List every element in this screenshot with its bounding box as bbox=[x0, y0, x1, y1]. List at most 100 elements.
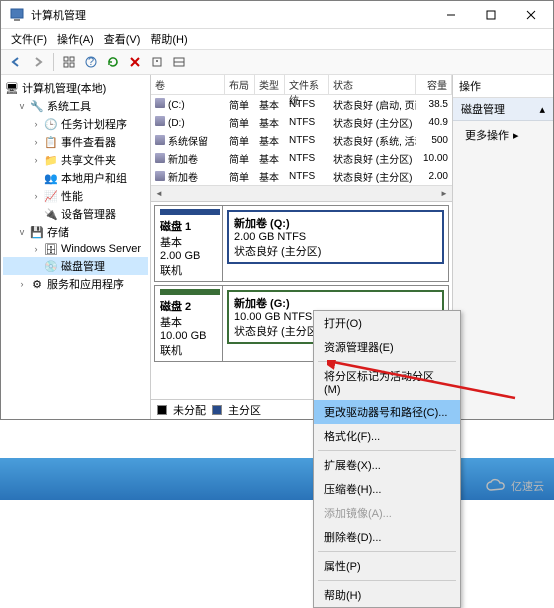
context-item[interactable]: 帮助(H) bbox=[314, 583, 460, 607]
navigation-tree[interactable]: 🖥计算机管理(本地) v🔧系统工具 ›🕒任务计划程序 ›📋事件查看器 ›📁共享文… bbox=[1, 75, 151, 419]
disk-color-swatch bbox=[160, 209, 220, 215]
properties-button[interactable] bbox=[148, 53, 166, 71]
tree-system-tools[interactable]: v🔧系统工具 bbox=[3, 97, 148, 115]
volume-row[interactable]: (C:)简单基本NTFS状态良好 (启动, 页面文件, 故障转储, 主分区)38… bbox=[151, 95, 452, 113]
event-icon: 📋 bbox=[44, 135, 58, 149]
context-item: 添加镜像(A)... bbox=[314, 501, 460, 525]
expand-icon[interactable]: › bbox=[17, 279, 27, 289]
volume-row[interactable]: 新加卷简单基本NTFS状态良好 (主分区)10.00 bbox=[151, 149, 452, 167]
tree-task-scheduler[interactable]: ›🕒任务计划程序 bbox=[3, 115, 148, 133]
context-item[interactable]: 打开(O) bbox=[314, 311, 460, 335]
col-status[interactable]: 状态 bbox=[329, 75, 416, 94]
cloud-icon bbox=[485, 478, 507, 494]
disk-icon: 💿 bbox=[44, 259, 58, 273]
volume-row[interactable]: (D:)简单基本NTFS状态良好 (主分区)40.9 bbox=[151, 113, 452, 131]
titlebar[interactable]: 计算机管理 bbox=[1, 1, 553, 29]
disk-1-info[interactable]: 磁盘 1 基本 2.00 GB 联机 bbox=[155, 206, 223, 281]
volume-row[interactable]: 新加卷简单基本NTFS状态良好 (主分区)2.00 bbox=[151, 167, 452, 185]
storage-icon: 💾 bbox=[30, 225, 44, 239]
back-button[interactable] bbox=[7, 53, 25, 71]
context-item[interactable]: 删除卷(D)... bbox=[314, 525, 460, 549]
expand-icon[interactable]: › bbox=[31, 119, 41, 129]
computer-icon: 🖥 bbox=[5, 81, 19, 95]
tree-performance[interactable]: ›📈性能 bbox=[3, 187, 148, 205]
device-icon: 🔌 bbox=[44, 207, 58, 221]
menu-view[interactable]: 查看(V) bbox=[100, 30, 145, 48]
layout-button[interactable] bbox=[170, 53, 188, 71]
context-menu: 打开(O)资源管理器(E) 将分区标记为活动分区(M)更改驱动器号和路径(C)..… bbox=[313, 310, 461, 608]
menu-help[interactable]: 帮助(H) bbox=[146, 30, 191, 48]
collapse-icon[interactable]: v bbox=[17, 227, 27, 237]
disk-color-swatch bbox=[160, 289, 220, 295]
expand-icon[interactable]: › bbox=[31, 244, 41, 254]
window-title: 计算机管理 bbox=[31, 7, 431, 23]
section-collapse-icon[interactable]: ▴ bbox=[539, 103, 545, 116]
forward-button[interactable] bbox=[29, 53, 47, 71]
expand-icon[interactable]: › bbox=[31, 155, 41, 165]
users-icon: 👥 bbox=[44, 171, 58, 185]
folder-icon: 📁 bbox=[44, 153, 58, 167]
perf-icon: 📈 bbox=[44, 189, 58, 203]
gear-icon: ⚙ bbox=[30, 277, 44, 291]
list-header[interactable]: 卷 布局 类型 文件系统 状态 容量 bbox=[151, 75, 452, 95]
tools-icon: 🔧 bbox=[30, 99, 44, 113]
computer-management-window: 计算机管理 文件(F) 操作(A) 查看(V) 帮助(H) ? 🖥计算机管理(本… bbox=[0, 0, 554, 420]
context-item[interactable]: 格式化(F)... bbox=[314, 424, 460, 448]
expand-icon[interactable]: › bbox=[31, 191, 41, 201]
disk-row-1[interactable]: 磁盘 1 基本 2.00 GB 联机 新加卷 (Q:) 2.00 GB NTFS… bbox=[154, 205, 449, 282]
tree-local-users[interactable]: 👥本地用户和组 bbox=[3, 169, 148, 187]
actions-header: 操作 bbox=[453, 75, 553, 98]
refresh-button[interactable] bbox=[104, 53, 122, 71]
context-item[interactable]: 将分区标记为活动分区(M) bbox=[314, 364, 460, 400]
legend-primary-swatch bbox=[212, 405, 222, 415]
tree-windows-server[interactable]: ›🗄Windows Server bbox=[3, 241, 148, 257]
view-grid-button[interactable] bbox=[60, 53, 78, 71]
minimize-button[interactable] bbox=[431, 2, 471, 28]
help-toolbar-button[interactable]: ? bbox=[82, 53, 100, 71]
volume-row[interactable]: 系统保留简单基本NTFS状态良好 (系统, 活动, 主分区)500 bbox=[151, 131, 452, 149]
context-item[interactable]: 扩展卷(X)... bbox=[314, 453, 460, 477]
tree-root[interactable]: 🖥计算机管理(本地) bbox=[3, 79, 148, 97]
desktop-background bbox=[0, 458, 554, 500]
col-capacity[interactable]: 容量 bbox=[416, 75, 452, 94]
close-button[interactable] bbox=[511, 2, 551, 28]
disk-2-info[interactable]: 磁盘 2 基本 10.00 GB 联机 bbox=[155, 286, 223, 361]
menu-file[interactable]: 文件(F) bbox=[7, 30, 51, 48]
menubar: 文件(F) 操作(A) 查看(V) 帮助(H) bbox=[1, 29, 553, 49]
tree-services-apps[interactable]: ›⚙服务和应用程序 bbox=[3, 275, 148, 293]
context-item[interactable]: 属性(P) bbox=[314, 554, 460, 578]
legend-unallocated-label: 未分配 bbox=[173, 402, 206, 418]
collapse-icon[interactable]: v bbox=[17, 101, 27, 111]
legend-unallocated-swatch bbox=[157, 405, 167, 415]
chevron-right-icon: ▸ bbox=[513, 129, 519, 142]
maximize-button[interactable] bbox=[471, 2, 511, 28]
clock-icon: 🕒 bbox=[44, 117, 58, 131]
horizontal-scrollbar[interactable]: ◄► bbox=[151, 185, 452, 201]
tree-shared-folders[interactable]: ›📁共享文件夹 bbox=[3, 151, 148, 169]
context-item[interactable]: 更改驱动器号和路径(C)... bbox=[314, 400, 460, 424]
context-item[interactable]: 资源管理器(E) bbox=[314, 335, 460, 359]
context-item[interactable]: 压缩卷(H)... bbox=[314, 477, 460, 501]
col-fs[interactable]: 文件系统 bbox=[285, 75, 329, 94]
server-icon: 🗄 bbox=[44, 242, 58, 256]
tree-device-manager[interactable]: 🔌设备管理器 bbox=[3, 205, 148, 223]
tree-event-viewer[interactable]: ›📋事件查看器 bbox=[3, 133, 148, 151]
volume-list[interactable]: 卷 布局 类型 文件系统 状态 容量 (C:)简单基本NTFS状态良好 (启动,… bbox=[151, 75, 452, 202]
col-volume[interactable]: 卷 bbox=[151, 75, 225, 94]
col-type[interactable]: 类型 bbox=[255, 75, 285, 94]
expand-icon[interactable]: › bbox=[31, 137, 41, 147]
actions-pane: 操作 磁盘管理▴ 更多操作▸ bbox=[453, 75, 553, 419]
watermark: 亿速云 bbox=[485, 478, 544, 494]
svg-text:?: ? bbox=[88, 56, 94, 68]
menu-action[interactable]: 操作(A) bbox=[53, 30, 98, 48]
toolbar: ? bbox=[1, 49, 553, 75]
delete-button[interactable] bbox=[126, 53, 144, 71]
app-icon bbox=[9, 7, 25, 23]
partition-q[interactable]: 新加卷 (Q:) 2.00 GB NTFS 状态良好 (主分区) bbox=[227, 210, 444, 264]
col-layout[interactable]: 布局 bbox=[225, 75, 255, 94]
more-actions-link[interactable]: 更多操作▸ bbox=[453, 121, 553, 149]
tree-storage[interactable]: v💾存储 bbox=[3, 223, 148, 241]
legend-primary-label: 主分区 bbox=[228, 402, 261, 418]
actions-section[interactable]: 磁盘管理▴ bbox=[453, 98, 553, 121]
tree-disk-management[interactable]: 💿磁盘管理 bbox=[3, 257, 148, 275]
